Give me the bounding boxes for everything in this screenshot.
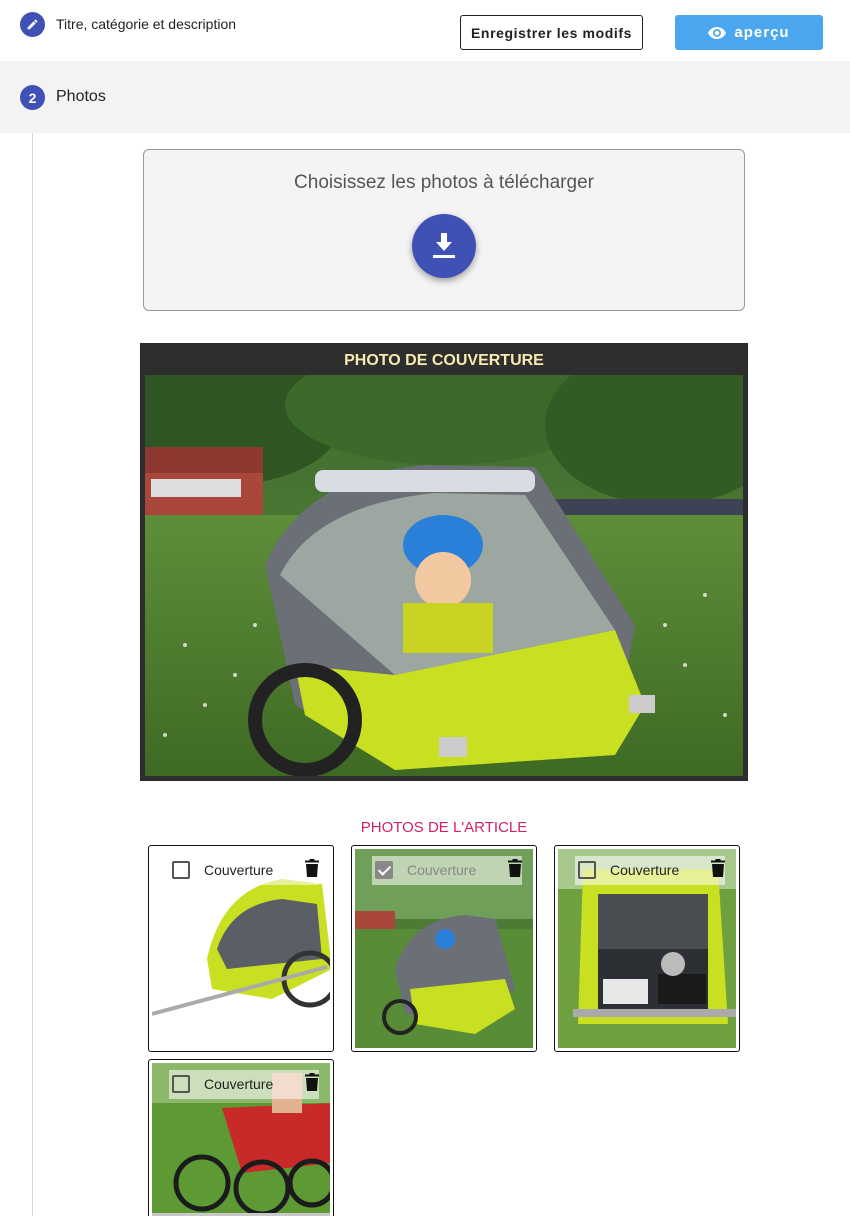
trash-icon[interactable] [711, 859, 725, 877]
article-photo-card[interactable]: Couverture [554, 845, 740, 1052]
trash-icon[interactable] [508, 859, 522, 877]
step-2-indicator: 2 [20, 85, 45, 110]
cover-checkbox-label: Couverture [204, 862, 274, 878]
photo-upload-dropzone[interactable]: Choisissez les photos à télécharger [143, 149, 745, 311]
step-1-indicator [20, 12, 45, 37]
cover-checkbox-label: Couverture [204, 1076, 274, 1092]
pencil-icon [27, 19, 38, 30]
cover-checkbox-label: Couverture [407, 862, 477, 878]
cover-checkbox[interactable] [172, 861, 190, 879]
cover-checkbox-label: Couverture [610, 862, 680, 878]
article-photos-title: PHOTOS DE L'ARTICLE [360, 819, 528, 836]
download-icon [433, 233, 455, 258]
upload-button[interactable] [412, 214, 476, 278]
cover-checkbox[interactable] [578, 861, 596, 879]
cover-photo-image [145, 375, 743, 776]
article-photo-card[interactable]: Couverture [351, 845, 537, 1052]
step-2-title: Photos [56, 88, 106, 105]
step-2-header[interactable]: 2 Photos [0, 61, 850, 133]
eye-icon [708, 26, 727, 39]
cover-checkbox[interactable] [172, 1075, 190, 1093]
cover-photo-title: PHOTO DE COUVERTURE [344, 352, 544, 369]
upload-title: Choisissez les photos à télécharger [294, 172, 594, 193]
trash-icon[interactable] [305, 859, 319, 877]
preview-button-label: aperçu [734, 24, 790, 41]
article-photo-card[interactable]: Couverture [148, 845, 334, 1052]
article-photo-card[interactable]: Couverture [148, 1059, 334, 1216]
save-changes-button[interactable]: Enregistrer les modifs [460, 15, 643, 50]
step-1-title: Titre, catégorie et description [56, 16, 237, 32]
preview-button[interactable]: aperçu [675, 15, 823, 50]
cover-photo-panel: PHOTO DE COUVERTURE [140, 343, 748, 781]
stepper-rail [32, 36, 33, 1216]
cover-checkbox[interactable] [375, 861, 393, 879]
trash-icon[interactable] [305, 1073, 319, 1091]
